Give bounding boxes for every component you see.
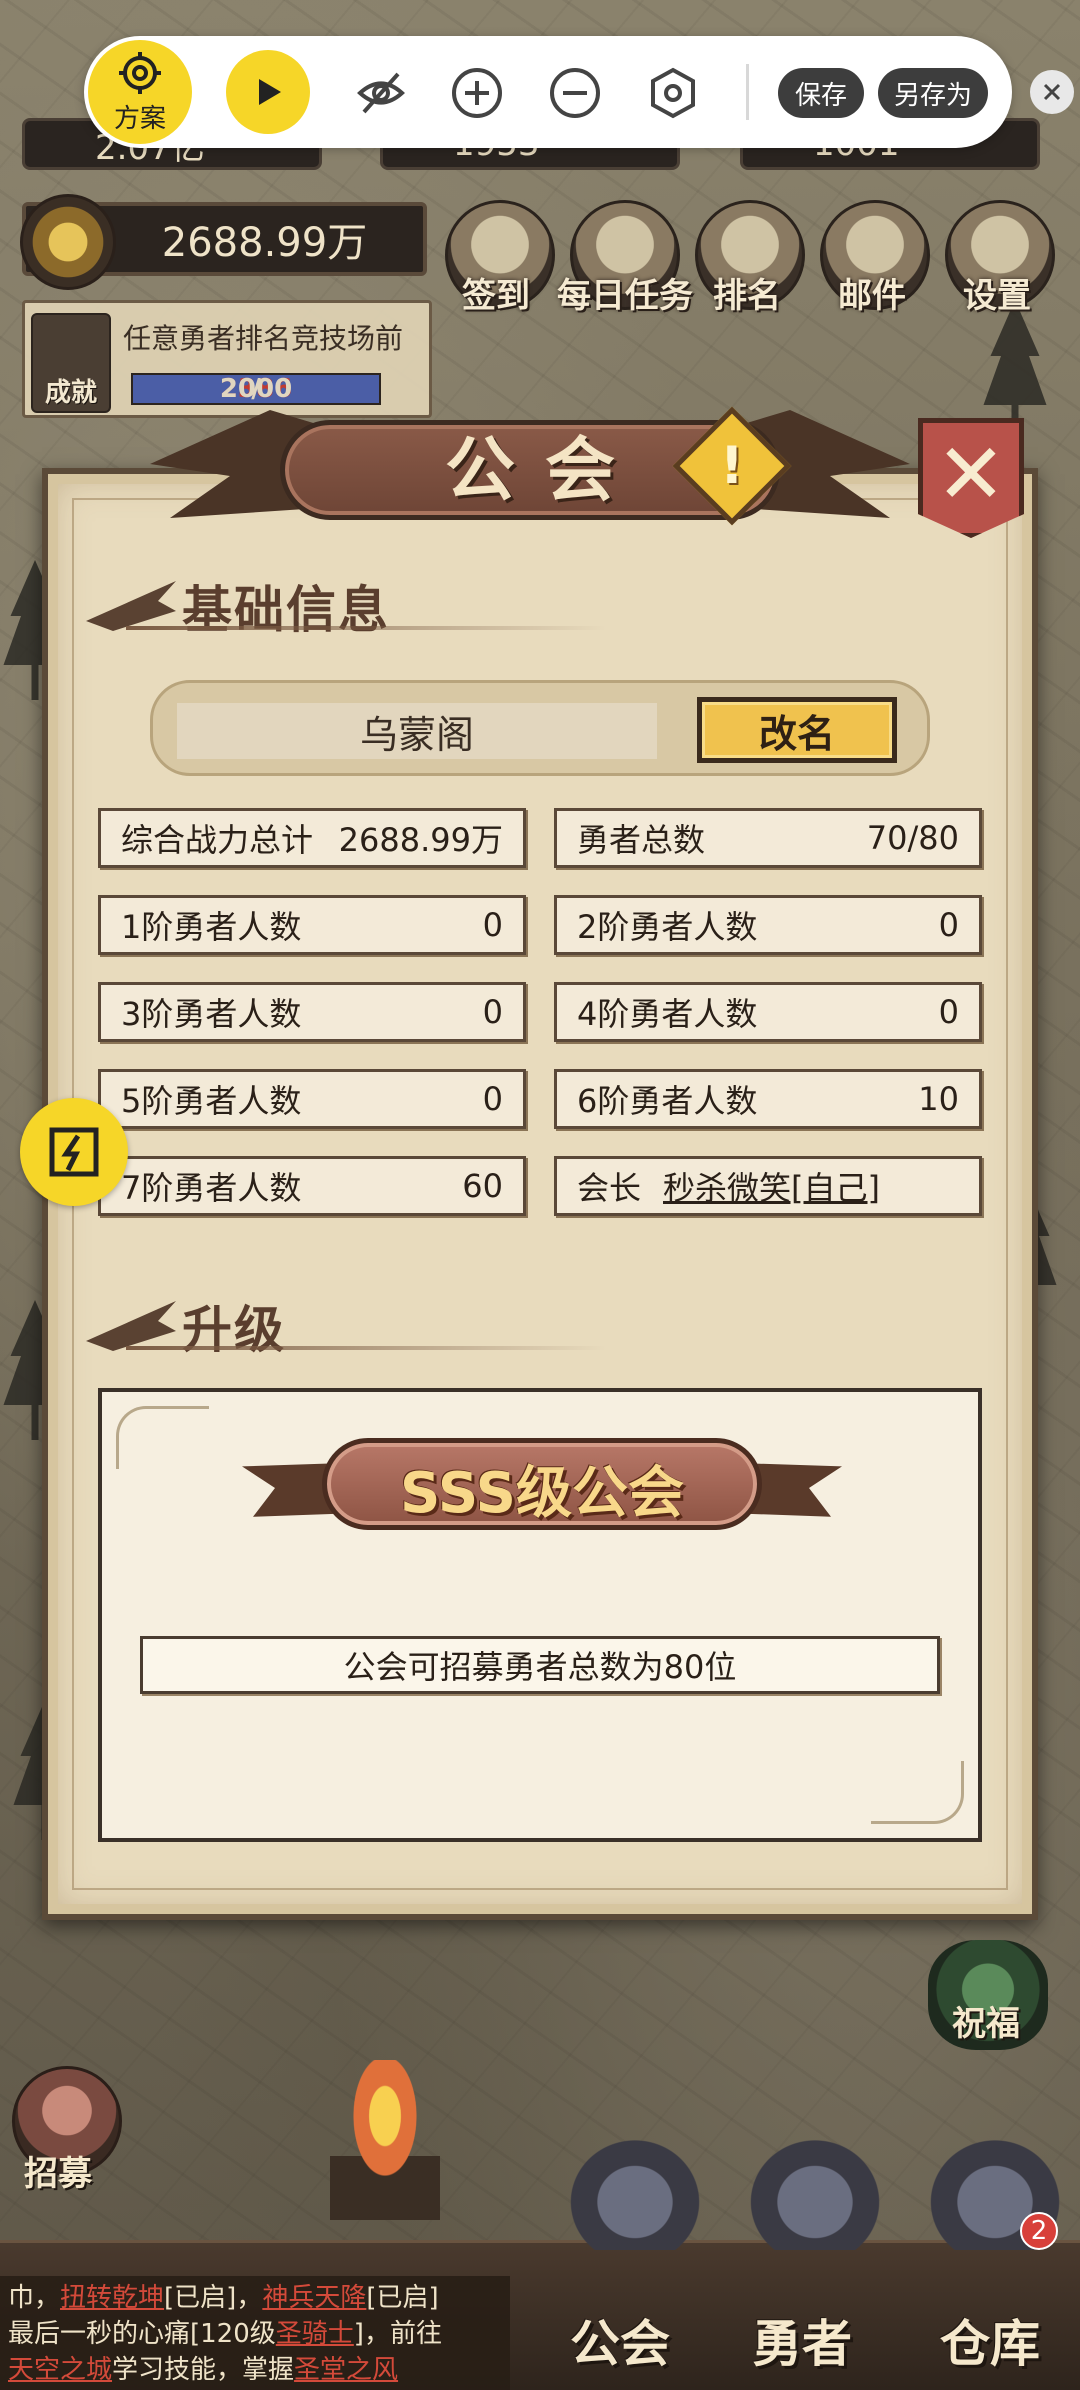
- section-underline: [126, 1346, 606, 1350]
- stat-total-heroes: 勇者总数 70/80: [554, 808, 982, 868]
- close-icon: [1043, 83, 1061, 101]
- basic-info-heading: 基础信息: [182, 581, 390, 639]
- stat-guild-leader: 会长 秒杀微笑[自己]: [554, 1156, 982, 1216]
- chat-line-3: 天空之城学习技能，掌握圣堂之风: [8, 2355, 399, 2385]
- stat-total-power: 综合战力总计 2688.99万: [98, 808, 526, 868]
- bless-label: 祝福: [952, 2004, 1020, 2044]
- torch-decoration: [330, 2060, 440, 2220]
- save-button[interactable]: 保存: [778, 68, 864, 118]
- close-icon: ✕: [935, 425, 1007, 523]
- quill-decoration-icon: [86, 1301, 176, 1351]
- stat-tier4-heroes: 4阶勇者人数 0: [554, 982, 982, 1042]
- recruit-label: 招募: [24, 2154, 92, 2194]
- stat-tier7-heroes: 7阶勇者人数 60: [98, 1156, 526, 1216]
- hide-button[interactable]: [354, 66, 408, 120]
- nav-guild[interactable]: 公会: [570, 2304, 670, 2376]
- stat-tier3-heroes: 3阶勇者人数 0: [98, 982, 526, 1042]
- power-display: 2688.99万: [20, 194, 427, 290]
- chat-feed[interactable]: 巾，扭转乾坤[已启]，神兵天降[已启] 最后一秒的心痛[120级圣骑士]，前往 …: [0, 2276, 510, 2390]
- basic-info-header: 基础信息: [86, 570, 606, 642]
- side-floating-button[interactable]: [20, 1098, 128, 1206]
- stat-tier6-heroes: 6阶勇者人数 10: [554, 1069, 982, 1129]
- warehouse-badge: 2: [1020, 2212, 1058, 2250]
- ranking-label: 排名: [713, 276, 781, 316]
- achievement-text: 任意勇者排名竞技场前: [123, 322, 404, 355]
- upgrade-header: 升级: [86, 1290, 606, 1362]
- daily-tasks-label: 每日任务: [557, 276, 693, 316]
- stat-tier2-heroes: 2阶勇者人数 0: [554, 895, 982, 955]
- lightning-door-icon: [49, 1127, 99, 1177]
- chat-line-1: 巾，扭转乾坤[已启]，神兵天降[已启]: [8, 2283, 439, 2313]
- upgrade-panel: SSS级公会 公会可招募勇者总数为80位: [98, 1388, 982, 1842]
- guild-nav-icon: [560, 2130, 710, 2250]
- section-underline: [126, 626, 606, 630]
- plan-label: 方案: [113, 103, 166, 134]
- chat-line-2: 最后一秒的心痛[120级圣骑士]，前往: [8, 2319, 442, 2349]
- minus-circle-icon: [550, 68, 600, 118]
- rank-crest-icon: [20, 194, 116, 290]
- checkin-label: 签到: [462, 276, 530, 316]
- plan-button[interactable]: 方案: [88, 40, 192, 144]
- settings-toolbar-button[interactable]: [646, 66, 700, 120]
- eye-off-icon: [357, 72, 405, 114]
- rename-button[interactable]: 改名: [697, 697, 897, 763]
- play-button[interactable]: [226, 50, 310, 134]
- hero-helmet-icon: [740, 2130, 890, 2250]
- achievement-icon: 成就: [31, 313, 111, 413]
- play-icon: [259, 79, 281, 105]
- zoom-in-button[interactable]: [450, 66, 504, 120]
- upgrade-heading: 升级: [182, 1301, 286, 1359]
- toolbar-close-button[interactable]: [1030, 70, 1074, 114]
- toolbar-divider: [746, 64, 749, 120]
- power-value: 2688.99万: [161, 220, 368, 266]
- floating-toolbar: 方案 保存 另存为: [84, 36, 1012, 148]
- guild-grade: SSS级公会: [400, 1461, 684, 1526]
- nav-heroes[interactable]: 勇者: [752, 2304, 852, 2376]
- crosshair-icon: [119, 51, 161, 94]
- save-as-button[interactable]: 另存为: [878, 68, 988, 118]
- nav-warehouse[interactable]: 仓库: [940, 2304, 1040, 2376]
- stat-tier5-heroes: 5阶勇者人数 0: [98, 1069, 526, 1129]
- dialog-close-button[interactable]: ✕: [918, 418, 1024, 538]
- mail-label: 邮件: [838, 276, 906, 316]
- plus-circle-icon: [452, 68, 502, 118]
- leader-name-link[interactable]: 秒杀微笑[自己]: [663, 1163, 880, 1209]
- guild-name-bar: 乌蒙阁 改名: [150, 680, 930, 776]
- guild-name-field[interactable]: 乌蒙阁: [177, 703, 657, 759]
- recruit-capacity-text: 公会可招募勇者总数为80位: [140, 1636, 940, 1694]
- quill-decoration-icon: [86, 581, 176, 631]
- stat-tier1-heroes: 1阶勇者人数 0: [98, 895, 526, 955]
- hexagon-settings-icon: [651, 67, 695, 119]
- settings-label: 设置: [963, 276, 1031, 316]
- grade-banner: SSS级公会: [242, 1438, 842, 1534]
- zoom-out-button[interactable]: [548, 66, 602, 120]
